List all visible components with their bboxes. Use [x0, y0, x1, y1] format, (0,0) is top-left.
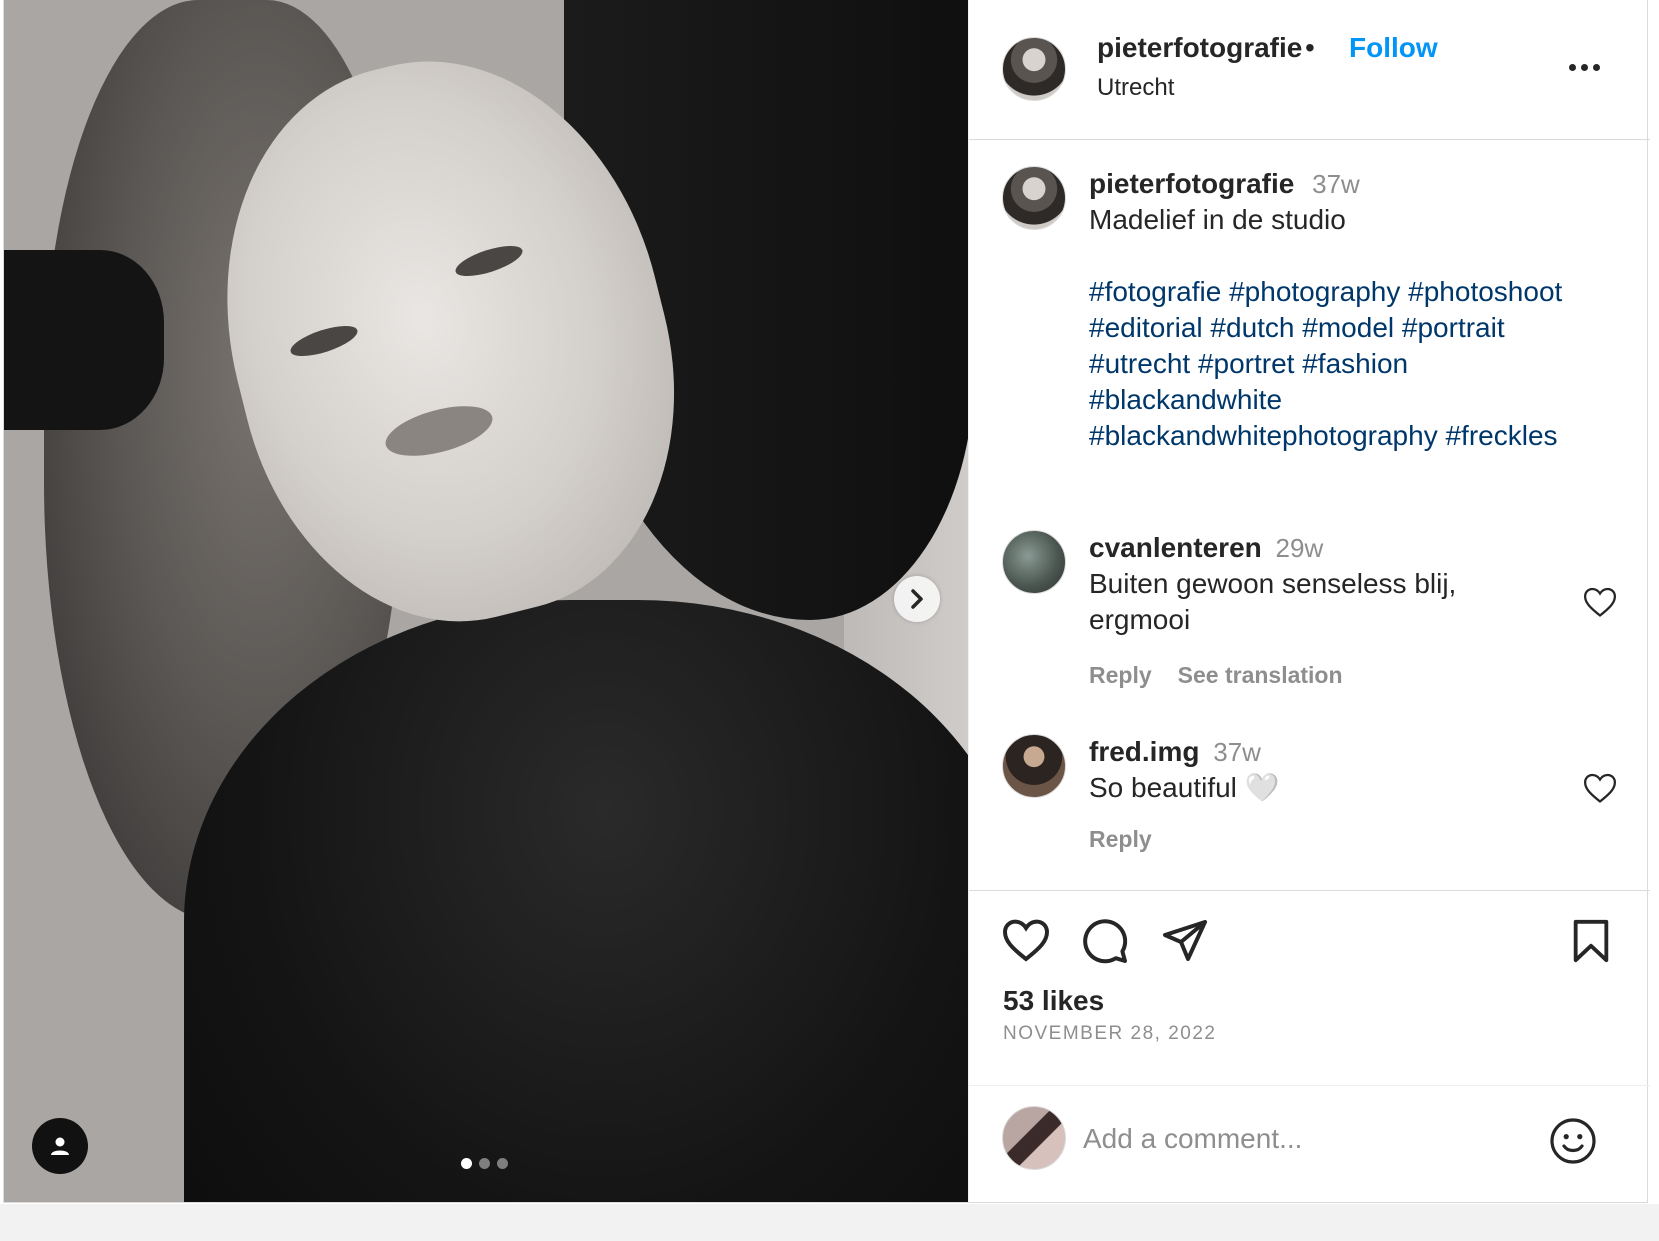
add-comment-input[interactable] — [1081, 1113, 1525, 1165]
comment-actions: Reply — [1089, 826, 1152, 853]
hashtag-link[interactable]: #utrecht — [1089, 348, 1190, 379]
commenter-username[interactable]: fred.img — [1089, 736, 1199, 767]
add-comment-divider — [969, 1085, 1650, 1086]
comment-body: fred.img 37w So beautiful 🤍 — [1089, 734, 1559, 806]
post-location[interactable]: Utrecht — [1097, 74, 1174, 102]
more-dot — [1593, 63, 1600, 71]
carousel-indicator — [461, 1158, 508, 1169]
current-user-avatar[interactable] — [1002, 1106, 1066, 1170]
chevron-right-icon — [911, 589, 923, 609]
carousel-dot — [497, 1158, 508, 1169]
hashtag-link[interactable]: #fashion — [1302, 348, 1408, 379]
comment-text: Buiten gewoon senseless blij, ergmooi — [1089, 568, 1457, 635]
post-caption: pieterfotografie 37w Madelief in de stud… — [1089, 166, 1629, 454]
comment-body: cvanlenteren 29w Buiten gewoon senseless… — [1089, 530, 1559, 638]
more-dot — [1581, 63, 1588, 71]
user-tag-icon — [51, 1137, 69, 1155]
heart-icon[interactable] — [1002, 918, 1050, 962]
post-photo[interactable] — [4, 0, 968, 1202]
post-dialog: pieterfotografie • Follow Utrecht pieter… — [3, 0, 1650, 1203]
hashtag-list: #fotografie #photography #photoshoot #ed… — [1089, 274, 1629, 454]
add-comment-row — [969, 1085, 1650, 1202]
follow-button[interactable]: Follow — [1349, 32, 1438, 64]
hashtag-link[interactable]: #portret — [1198, 348, 1295, 379]
hashtag-link[interactable]: #photography — [1229, 276, 1400, 307]
caption-time[interactable]: 37w — [1312, 169, 1360, 199]
commenter-avatar[interactable] — [1002, 530, 1066, 594]
see-translation-button[interactable]: See translation — [1178, 662, 1343, 689]
commenter-username[interactable]: cvanlenteren — [1089, 532, 1262, 563]
comment-time[interactable]: 37w — [1213, 737, 1261, 767]
more-horizontal-icon — [1569, 63, 1576, 71]
likes-count[interactable]: 53 likes — [1003, 985, 1104, 1017]
bookmark-icon[interactable] — [1569, 918, 1613, 964]
hashtag-link[interactable]: #fotografie — [1089, 276, 1221, 307]
photo-arm-left — [4, 250, 164, 430]
caption-text: Madelief in de studio — [1089, 204, 1346, 235]
post-date[interactable]: NOVEMBER 28, 2022 — [1003, 1023, 1216, 1045]
hashtag-link[interactable]: #portrait — [1402, 312, 1505, 343]
carousel-dot — [479, 1158, 490, 1169]
comment-text: So beautiful 🤍 — [1089, 772, 1280, 803]
comment-like-icon[interactable] — [1583, 772, 1617, 804]
caption-username[interactable]: pieterfotografie — [1089, 168, 1294, 199]
carousel-dot-active — [461, 1158, 472, 1169]
hashtag-link[interactable]: #blackandwhite — [1089, 384, 1282, 415]
comment-actions: Reply See translation — [1089, 662, 1343, 689]
hashtag-link[interactable]: #photoshoot — [1408, 276, 1562, 307]
author-username[interactable]: pieterfotografie — [1097, 32, 1302, 64]
smiley-icon[interactable] — [1549, 1117, 1597, 1165]
caption-avatar[interactable] — [1002, 166, 1066, 230]
post-sidebar: pieterfotografie • Follow Utrecht pieter… — [968, 0, 1650, 1202]
hashtag-link[interactable]: #dutch — [1210, 312, 1294, 343]
carousel-next-button[interactable] — [894, 576, 940, 622]
author-avatar[interactable] — [1002, 37, 1066, 101]
comment-bubble-icon[interactable] — [1081, 917, 1129, 965]
hashtag-link[interactable]: #model — [1302, 312, 1394, 343]
hashtag-link[interactable]: #editorial — [1089, 312, 1203, 343]
page-footer-strip — [0, 1204, 1659, 1241]
photo-body — [184, 600, 968, 1202]
hashtag-link[interactable]: #freckles — [1445, 420, 1557, 451]
comment-like-icon[interactable] — [1583, 586, 1617, 618]
action-bar-divider — [969, 890, 1650, 892]
comment-time[interactable]: 29w — [1276, 533, 1324, 563]
reply-button[interactable]: Reply — [1089, 662, 1152, 689]
commenter-avatar[interactable] — [1002, 734, 1066, 798]
paper-plane-icon[interactable] — [1161, 918, 1209, 962]
tagged-users-button[interactable] — [32, 1118, 88, 1174]
header-separator: • — [1305, 32, 1315, 63]
post-header: pieterfotografie • Follow Utrecht — [969, 0, 1650, 140]
hashtag-link[interactable]: #blackandwhitephotography — [1089, 420, 1438, 451]
reply-button[interactable]: Reply — [1089, 826, 1152, 853]
more-options-button[interactable] — [1569, 52, 1609, 82]
